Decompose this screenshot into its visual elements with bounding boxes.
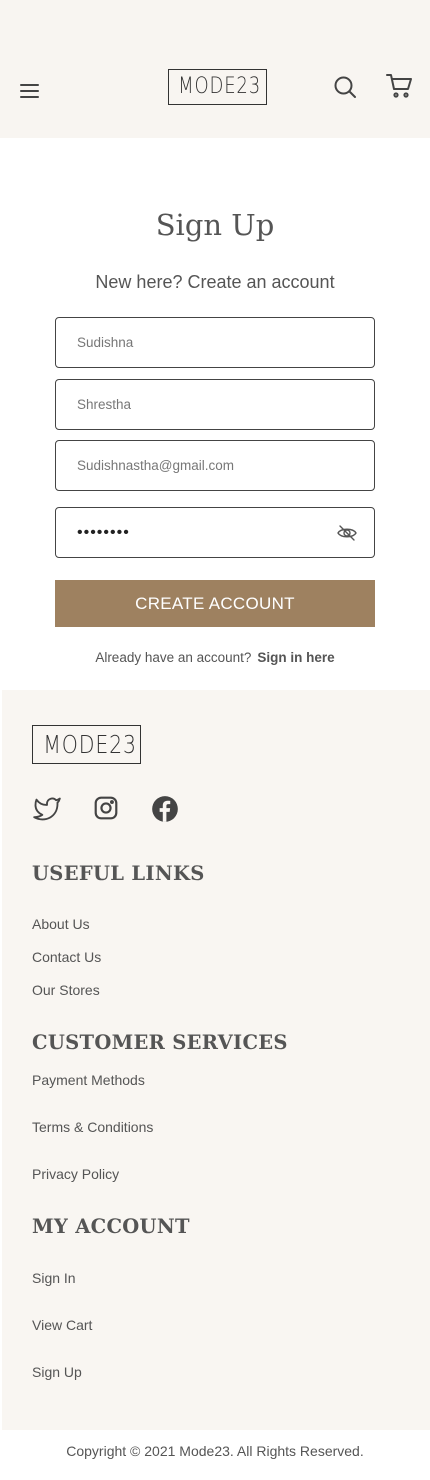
my-account-heading: MY ACCOUNT bbox=[32, 1215, 190, 1238]
facebook-link[interactable] bbox=[151, 795, 185, 827]
search-icon bbox=[334, 76, 356, 98]
first-name-input[interactable] bbox=[56, 318, 374, 367]
facebook-icon bbox=[152, 796, 178, 822]
search-button[interactable] bbox=[333, 75, 357, 99]
twitter-link[interactable] bbox=[31, 795, 65, 827]
twitter-icon bbox=[33, 797, 61, 821]
signin-link[interactable]: Sign in here bbox=[257, 650, 334, 665]
email-field[interactable] bbox=[55, 440, 375, 491]
first-name-field[interactable] bbox=[55, 317, 375, 368]
create-account-button[interactable]: CREATE ACCOUNT bbox=[55, 580, 375, 627]
footer-logo[interactable]: MODE23 bbox=[32, 725, 141, 764]
copyright-text: Copyright © 2021 Mode23. All Rights Rese… bbox=[66, 1443, 364, 1459]
footer-link-sign-in[interactable]: Sign In bbox=[32, 1270, 76, 1286]
page-subtitle: New here? Create an account bbox=[95, 272, 335, 292]
footer-link-terms[interactable]: Terms & Conditions bbox=[32, 1119, 153, 1135]
signin-prompt: Already have an account? Sign in here bbox=[0, 650, 430, 665]
site-header: MODE23 bbox=[0, 0, 430, 138]
cart-button[interactable] bbox=[386, 73, 413, 99]
customer-services-heading: CUSTOMER SERVICES bbox=[32, 1031, 288, 1054]
eye-off-icon bbox=[337, 525, 357, 541]
signup-section: Sign Up New here? Create an account CREA… bbox=[0, 138, 430, 690]
footer-link-privacy-policy[interactable]: Privacy Policy bbox=[32, 1166, 119, 1182]
last-name-input[interactable] bbox=[56, 380, 374, 429]
footer-link-view-cart[interactable]: View Cart bbox=[32, 1317, 92, 1333]
password-field[interactable] bbox=[55, 507, 375, 558]
password-input[interactable] bbox=[56, 508, 374, 557]
menu-button[interactable] bbox=[20, 84, 42, 102]
instagram-link[interactable] bbox=[93, 795, 127, 827]
password-visibility-toggle[interactable] bbox=[337, 524, 357, 542]
footer-link-payment-methods[interactable]: Payment Methods bbox=[32, 1072, 145, 1088]
instagram-icon bbox=[94, 796, 118, 820]
useful-links-heading: USEFUL LINKS bbox=[32, 862, 205, 885]
site-logo[interactable]: MODE23 bbox=[168, 69, 267, 105]
cart-icon bbox=[386, 74, 412, 98]
footer-link-about-us[interactable]: About Us bbox=[32, 916, 90, 932]
last-name-field[interactable] bbox=[55, 379, 375, 430]
footer-link-our-stores[interactable]: Our Stores bbox=[32, 982, 100, 998]
footer-link-sign-up[interactable]: Sign Up bbox=[32, 1364, 82, 1380]
have-account-text: Already have an account? bbox=[95, 650, 252, 665]
footer-link-contact-us[interactable]: Contact Us bbox=[32, 949, 101, 965]
site-footer: MODE23 USEFUL LINKS About Us Contact Us … bbox=[2, 690, 430, 1430]
email-input[interactable] bbox=[56, 441, 374, 490]
page-title: Sign Up bbox=[155, 208, 275, 242]
hamburger-icon bbox=[20, 84, 39, 86]
